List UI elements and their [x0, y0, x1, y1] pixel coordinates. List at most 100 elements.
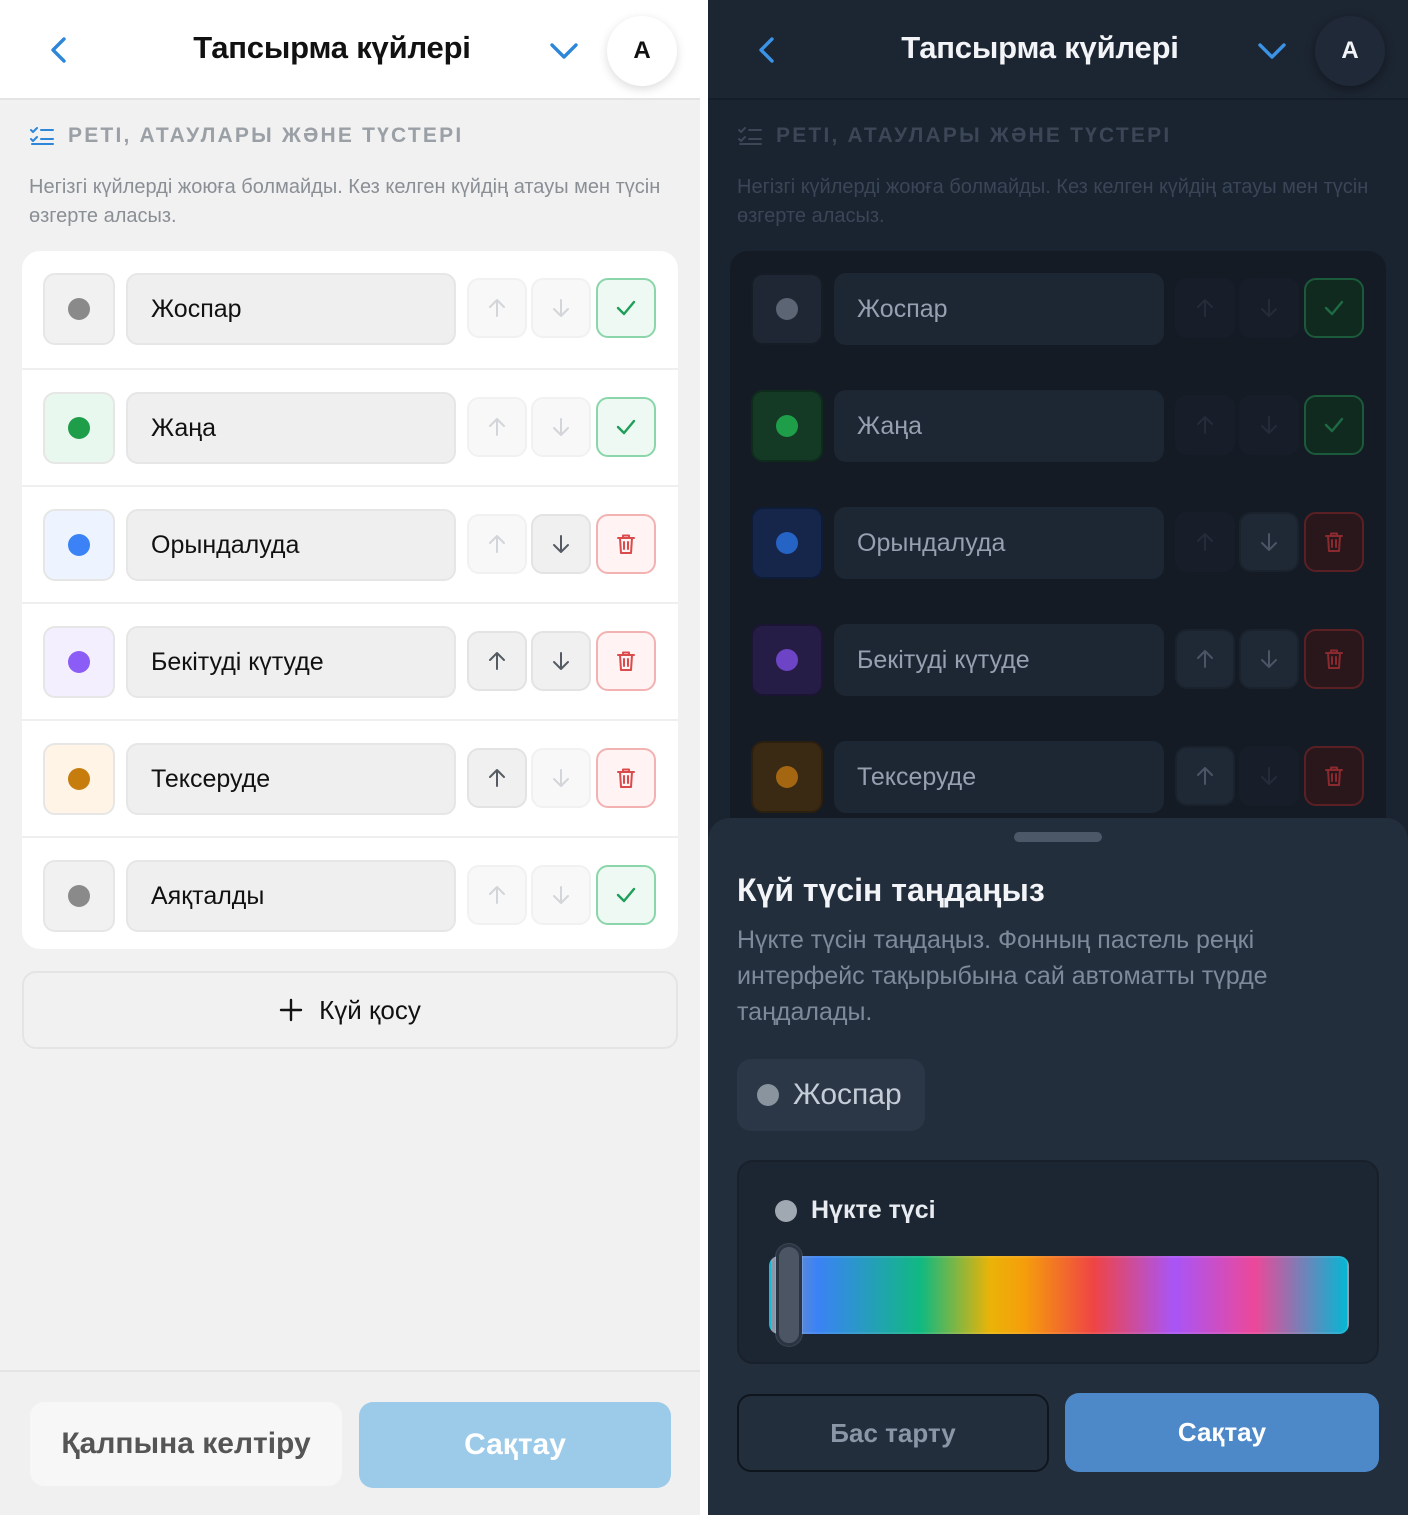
- color-swatch-button[interactable]: [43, 743, 115, 815]
- color-swatch-button[interactable]: [751, 741, 823, 813]
- hue-slider-track[interactable]: [769, 1256, 1349, 1334]
- move-up-button[interactable]: [1175, 512, 1235, 572]
- reset-button[interactable]: Қалпына келтіру: [30, 1402, 342, 1486]
- color-swatch-button[interactable]: [751, 273, 823, 345]
- move-down-button[interactable]: [1239, 746, 1299, 806]
- confirm-button[interactable]: [596, 278, 656, 338]
- confirm-button[interactable]: [596, 865, 656, 925]
- checklist-icon: [738, 127, 762, 145]
- delete-button[interactable]: [596, 514, 656, 574]
- move-up-button[interactable]: [467, 514, 527, 574]
- color-swatch-button[interactable]: [751, 507, 823, 579]
- arrow-up-icon: [1197, 299, 1213, 317]
- color-swatch-button[interactable]: [43, 626, 115, 698]
- status-name-input[interactable]: Орындалуда: [834, 507, 1164, 579]
- section-title: РЕТІ, АТАУЛАРЫ ЖӘНЕ ТҮСТЕРІ: [68, 124, 464, 147]
- status-dot: [776, 649, 798, 671]
- move-up-button[interactable]: [1175, 395, 1235, 455]
- sheet-grabber[interactable]: [1014, 832, 1102, 842]
- status-row: Бекітуді күтуде: [22, 602, 678, 719]
- status-name-input[interactable]: Бекітуді күтуде: [126, 626, 456, 698]
- delete-button[interactable]: [1304, 512, 1364, 572]
- arrow-up-icon: [489, 769, 505, 787]
- dot-color-picker: Нүкте түсі: [737, 1160, 1379, 1364]
- status-dot: [68, 534, 90, 556]
- status-name-input[interactable]: Жоспар: [126, 273, 456, 345]
- move-up-button[interactable]: [1175, 746, 1235, 806]
- delete-button[interactable]: [596, 748, 656, 808]
- status-name-input[interactable]: Тексеруде: [834, 741, 1164, 813]
- chevron-down-icon[interactable]: [546, 36, 582, 66]
- status-row: Бекітуді күтуде: [730, 602, 1386, 719]
- delete-button[interactable]: [596, 631, 656, 691]
- trash-icon: [617, 651, 635, 671]
- move-down-button[interactable]: [1239, 395, 1299, 455]
- move-down-button[interactable]: [531, 631, 591, 691]
- status-dot: [776, 532, 798, 554]
- avatar[interactable]: A: [607, 16, 677, 86]
- move-down-button[interactable]: [1239, 512, 1299, 572]
- move-up-button[interactable]: [467, 865, 527, 925]
- section-description: Негізгі күйлерді жоюға болмайды. Кез кел…: [29, 176, 661, 227]
- move-down-button[interactable]: [1239, 278, 1299, 338]
- color-swatch-button[interactable]: [43, 860, 115, 932]
- color-swatch-button[interactable]: [43, 509, 115, 581]
- move-up-button[interactable]: [467, 748, 527, 808]
- move-down-button[interactable]: [1239, 629, 1299, 689]
- back-icon[interactable]: [752, 34, 782, 66]
- sheet-save-button[interactable]: Сақтау: [1065, 1393, 1379, 1472]
- cancel-button[interactable]: Бас тарту: [737, 1394, 1049, 1472]
- chevron-down-icon[interactable]: [1254, 36, 1290, 66]
- status-dot: [776, 415, 798, 437]
- move-up-button[interactable]: [467, 631, 527, 691]
- status-name-input[interactable]: Жаңа: [834, 390, 1164, 462]
- status-name-input[interactable]: Аяқталды: [126, 860, 456, 932]
- status-row: Орындалуда: [730, 485, 1386, 602]
- dark-theme-screen: Тапсырма күйлері A РЕТІ, АТАУЛАРЫ ЖӘНЕ Т…: [708, 0, 1408, 1515]
- status-name-input[interactable]: Орындалуда: [126, 509, 456, 581]
- move-up-button[interactable]: [1175, 629, 1235, 689]
- move-down-button[interactable]: [531, 865, 591, 925]
- confirm-button[interactable]: [1304, 395, 1364, 455]
- move-up-button[interactable]: [467, 397, 527, 457]
- move-up-button[interactable]: [1175, 278, 1235, 338]
- color-picker-sheet: Күй түсін таңдаңыз Нүкте түсін таңдаңыз.…: [708, 818, 1408, 1515]
- arrow-up-icon: [1197, 650, 1213, 668]
- arrow-up-icon: [489, 299, 505, 317]
- arrow-down-icon: [1261, 533, 1277, 551]
- save-button[interactable]: Сақтау: [359, 1402, 671, 1488]
- move-up-button[interactable]: [467, 278, 527, 338]
- delete-button[interactable]: [1304, 746, 1364, 806]
- move-down-button[interactable]: [531, 397, 591, 457]
- page-title: Тапсырма күйлері: [193, 30, 471, 65]
- status-name-input[interactable]: Тексеруде: [126, 743, 456, 815]
- move-down-button[interactable]: [531, 278, 591, 338]
- delete-button[interactable]: [1304, 629, 1364, 689]
- checklist-icon: [30, 127, 54, 145]
- confirm-button[interactable]: [1304, 278, 1364, 338]
- color-swatch-button[interactable]: [751, 624, 823, 696]
- move-down-button[interactable]: [531, 514, 591, 574]
- arrow-down-icon: [553, 769, 569, 787]
- confirm-button[interactable]: [596, 397, 656, 457]
- arrow-up-icon: [489, 652, 505, 670]
- arrow-down-icon: [1261, 767, 1277, 785]
- color-swatch-button[interactable]: [43, 273, 115, 345]
- status-row: Орындалуда: [22, 485, 678, 602]
- light-theme-screen: Тапсырма күйлері A РЕТІ, АТАУЛАРЫ ЖӘНЕ Т…: [0, 0, 700, 1515]
- add-status-button[interactable]: Күй қосу: [22, 971, 678, 1049]
- status-row: Тексеруде: [22, 719, 678, 836]
- move-down-button[interactable]: [531, 748, 591, 808]
- status-name-input[interactable]: Жаңа: [126, 392, 456, 464]
- arrow-down-icon: [1261, 650, 1277, 668]
- avatar[interactable]: A: [1315, 16, 1385, 86]
- status-name-input[interactable]: Бекітуді күтуде: [834, 624, 1164, 696]
- color-swatch-button[interactable]: [751, 390, 823, 462]
- trash-icon: [1325, 649, 1343, 669]
- arrow-down-icon: [553, 652, 569, 670]
- status-name-input[interactable]: Жоспар: [834, 273, 1164, 345]
- hue-slider-thumb[interactable]: [776, 1244, 802, 1346]
- color-swatch-button[interactable]: [43, 392, 115, 464]
- back-icon[interactable]: [44, 34, 74, 66]
- status-list: Жоспар Жаңа Орындалуда Бекітуді күтуде Тексе…: [22, 251, 678, 949]
